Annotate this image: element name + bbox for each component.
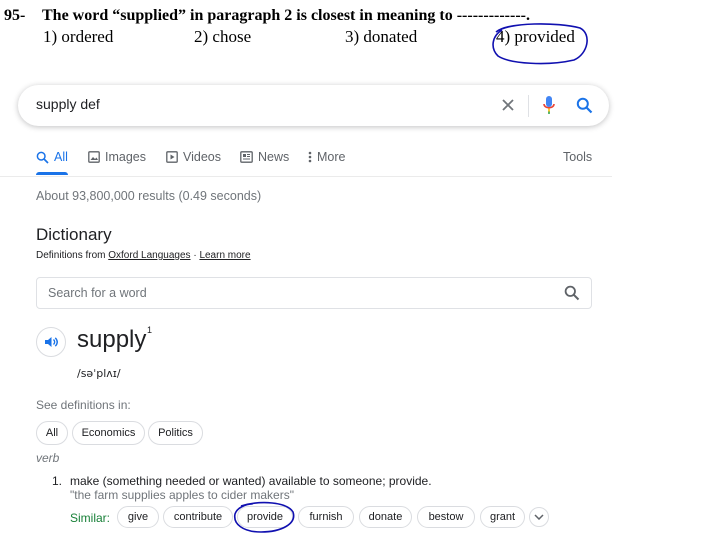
word-search-input[interactable] — [48, 286, 528, 300]
search-icon — [36, 151, 49, 164]
question-number: 95- — [4, 7, 26, 24]
similar-chip-furnish[interactable]: furnish — [298, 506, 354, 528]
part-of-speech: verb — [36, 451, 60, 465]
more-vert-icon — [308, 151, 312, 163]
tab-label: All — [54, 150, 68, 164]
search-icon[interactable] — [574, 95, 594, 115]
search-icon[interactable] — [564, 285, 582, 303]
similar-chip-donate[interactable]: donate — [359, 506, 412, 528]
close-icon[interactable] — [498, 95, 518, 115]
similar-chip-grant[interactable]: grant — [480, 506, 525, 528]
tabs-divider — [0, 176, 612, 177]
dictionary-title: Dictionary — [36, 225, 112, 244]
chevron-down-icon — [534, 514, 544, 520]
similar-chip-provide[interactable]: provide — [237, 506, 293, 528]
option-1: 1) ordered — [43, 27, 114, 46]
similar-chip-give[interactable]: give — [117, 506, 159, 528]
see-definitions-label: See definitions in: — [36, 398, 131, 412]
tab-label: More — [317, 150, 346, 164]
similar-chip-bestow[interactable]: bestow — [417, 506, 475, 528]
word-search-box — [36, 277, 592, 309]
definition-example: "the farm supplies apples to cider maker… — [70, 488, 294, 502]
pronunciation-button[interactable] — [36, 327, 66, 357]
active-tab-indicator — [36, 172, 68, 175]
source-separator: · — [193, 250, 197, 261]
tab-label: Videos — [183, 150, 221, 164]
news-icon — [240, 151, 253, 163]
tools-label: Tools — [563, 150, 593, 164]
tab-label: News — [258, 150, 290, 164]
tab-more[interactable]: More — [308, 150, 345, 164]
option-2: 2) chose — [194, 27, 252, 46]
similar-label: Similar: — [70, 511, 111, 525]
question-line: 95- The word “supplied” in paragraph 2 is… — [4, 7, 530, 25]
oxford-languages-link[interactable]: Oxford Languages — [108, 250, 190, 261]
option-3: 3) donated — [345, 27, 418, 46]
search-bar — [18, 85, 609, 126]
results-count: About 93,800,000 results (0.49 seconds) — [36, 189, 262, 203]
similar-chip-contribute[interactable]: contribute — [163, 506, 233, 528]
search-bar-divider — [528, 95, 529, 117]
tools-button[interactable]: Tools — [563, 150, 592, 164]
learn-more-link[interactable]: Learn more — [199, 250, 250, 261]
headword-superscript: 1 — [147, 325, 153, 335]
headword: supply — [77, 326, 147, 353]
tab-news[interactable]: News — [240, 150, 289, 164]
dictionary-source: Definitions from Oxford Languages · Lear… — [36, 250, 251, 261]
search-input[interactable] — [36, 96, 476, 112]
tab-images[interactable]: Images — [88, 150, 146, 164]
microphone-icon[interactable] — [539, 95, 559, 115]
phonetic-spelling: /səˈplʌɪ/ — [77, 367, 121, 380]
question-text: The word “supplied” in paragraph 2 is cl… — [42, 7, 530, 24]
definition-text: make (something needed or wanted) availa… — [70, 474, 432, 488]
chip-economics[interactable]: Economics — [72, 421, 145, 445]
speaker-icon — [45, 337, 58, 347]
image-icon — [88, 151, 100, 163]
chip-all[interactable]: All — [36, 421, 68, 445]
source-prefix: Definitions from — [36, 250, 106, 261]
chip-politics[interactable]: Politics — [148, 421, 203, 445]
definition-number: 1. — [52, 474, 63, 488]
tab-videos[interactable]: Videos — [166, 150, 221, 164]
play-icon — [166, 151, 178, 163]
option-4: 4) provided — [496, 27, 575, 46]
tab-all[interactable]: All — [36, 150, 68, 164]
tab-label: Images — [105, 150, 146, 164]
expand-similar-button[interactable] — [529, 507, 549, 527]
